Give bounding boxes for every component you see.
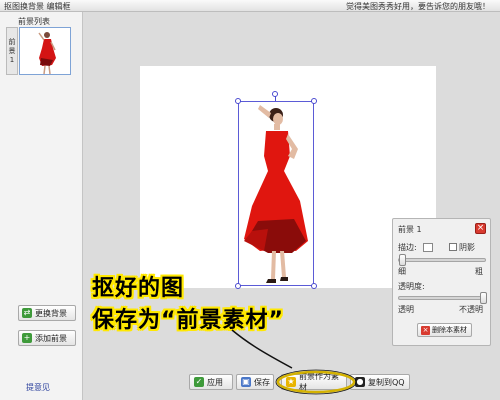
star-icon: ★: [286, 377, 296, 387]
annotation-pointer-line: [231, 329, 293, 369]
opacity-label: 透明度:: [398, 282, 425, 291]
tab-char: 前: [8, 37, 16, 46]
resize-handle-bottom-right[interactable]: [311, 283, 317, 289]
feedback-link[interactable]: 提意见: [26, 382, 50, 393]
delete-icon: ×: [421, 325, 430, 335]
save-as-foreground-material-button[interactable]: ★ 前景作为素材: [281, 372, 347, 392]
foreground-list-panel: 前景列表 前 景 1 ⇄ 更换背景 + 添加前景 提意见: [0, 12, 83, 400]
title-bar: 抠图换背景 编辑框 觉得美图秀秀好用，要告诉您的朋友哦！: [0, 0, 500, 12]
apply-label: 应用: [207, 377, 223, 387]
add-foreground-button[interactable]: + 添加前景: [18, 330, 76, 346]
tab-char: 1: [9, 55, 15, 64]
save-as-material-label: 前景作为素材: [299, 372, 339, 392]
change-background-button[interactable]: ⇄ 更换背景: [18, 305, 76, 321]
resize-handle-top-left[interactable]: [235, 98, 241, 104]
close-icon[interactable]: ×: [475, 223, 486, 234]
tab-char: 景: [8, 46, 16, 55]
stroke-thickness-knob[interactable]: [399, 254, 406, 266]
thickness-max-label: 粗: [475, 267, 483, 276]
opacity-min-label: 透明: [398, 305, 414, 314]
foreground-panel-title: 前景 1: [398, 225, 422, 234]
save-icon: ▣: [241, 377, 251, 387]
delete-material-label: 删除本素材: [432, 326, 467, 334]
save-label: 保存: [254, 377, 270, 387]
save-button[interactable]: ▣ 保存: [236, 374, 274, 390]
add-foreground-label: 添加前景: [35, 333, 67, 343]
apply-button[interactable]: ✓ 应用: [189, 374, 233, 390]
opacity-knob[interactable]: [480, 292, 487, 304]
shadow-checkbox[interactable]: [449, 243, 457, 251]
resize-handle-bottom-left[interactable]: [235, 283, 241, 289]
check-icon: ✓: [194, 377, 204, 387]
dancer-thumbnail-image: [38, 32, 56, 74]
stroke-label: 描边:: [398, 243, 417, 252]
foreground-list-title: 前景列表: [18, 17, 50, 26]
change-background-label: 更换背景: [35, 308, 67, 318]
delete-material-button[interactable]: × 删除本素材: [417, 323, 472, 337]
resize-handle-top-right[interactable]: [311, 98, 317, 104]
shadow-label: 阴影: [459, 243, 475, 252]
stroke-thickness-slider[interactable]: [398, 254, 486, 266]
foreground-index-tab[interactable]: 前 景 1: [6, 27, 18, 75]
title-tip: 觉得美图秀秀好用，要告诉您的朋友哦！: [346, 2, 490, 11]
opacity-slider[interactable]: [398, 292, 487, 304]
foreground-properties-panel: 前景 1 × 描边: 阴影 细 粗 透明度: 透明 不透明 × 删除本素材: [392, 218, 491, 346]
selection-box[interactable]: [238, 101, 314, 286]
copy-to-qq-button[interactable]: ● 复制到QQ: [350, 374, 410, 390]
add-icon: +: [22, 333, 32, 343]
stroke-color-swatch[interactable]: [423, 243, 433, 252]
annotation-line-2: 保存为“前景素材”: [92, 308, 284, 333]
window-title: 抠图换背景 编辑框: [4, 2, 71, 11]
opacity-max-label: 不透明: [459, 305, 483, 314]
rotate-handle[interactable]: [272, 91, 278, 97]
swap-icon: ⇄: [22, 308, 32, 318]
copy-to-qq-label: 复制到QQ: [368, 377, 405, 387]
qq-penguin-icon: ●: [355, 377, 365, 387]
thickness-min-label: 细: [398, 267, 406, 276]
annotation-line-1: 抠好的图: [92, 276, 185, 301]
foreground-thumbnail[interactable]: [19, 27, 71, 75]
